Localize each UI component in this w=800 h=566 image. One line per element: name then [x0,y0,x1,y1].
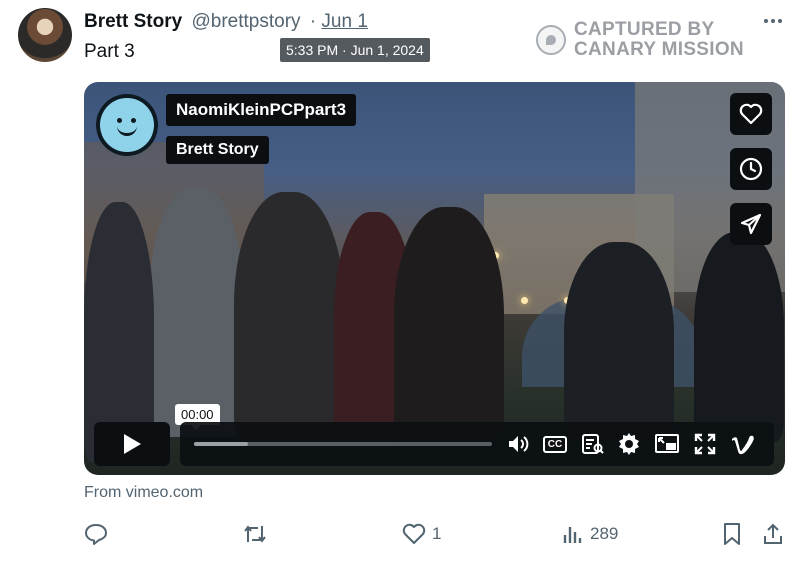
send-icon[interactable] [730,203,772,245]
watermark-line-2: CANARY MISSION [574,39,744,60]
video-title[interactable]: NaomiKleinPCPpart3 [166,94,357,126]
pip-icon[interactable] [654,432,680,456]
bookmark-icon [724,523,740,545]
cc-icon[interactable]: CC [542,432,568,456]
like-count: 1 [432,524,442,543]
cc-label: CC [542,435,568,453]
share-icon [764,523,782,544]
timestamp-tooltip: 5:33 PM · Jun 1, 2024 [280,38,430,62]
like-button[interactable]: 1 [402,520,441,548]
views-icon [563,527,582,543]
views-button[interactable]: 289 [562,520,618,548]
reply-icon [85,524,107,545]
smiley-logo-icon[interactable] [96,94,158,156]
video-player[interactable]: NaomiKleinPCPpart3 Brett Story 00:00 CC [84,82,785,475]
watermark: CAPTURED BY CANARY MISSION [536,20,744,60]
video-byline[interactable]: Brett Story [166,136,269,164]
bookmark-button[interactable] [722,520,742,548]
clock-icon[interactable] [730,148,772,190]
volume-icon[interactable] [506,432,532,456]
repost-icon [244,525,266,543]
avatar[interactable] [18,8,72,62]
watermark-line-1: CAPTURED BY [574,19,715,40]
heart-icon[interactable] [730,93,772,135]
fullscreen-icon[interactable] [692,432,718,456]
share-button[interactable] [762,520,784,548]
repost-button[interactable] [242,520,274,548]
vimeo-icon[interactable] [730,432,756,456]
gear-icon[interactable] [616,432,642,456]
transcript-icon[interactable] [580,432,606,456]
progress-bar[interactable] [194,442,492,446]
control-bar: CC [180,422,774,466]
author-handle[interactable]: @brettpstory [191,11,300,32]
watermark-text: CAPTURED BY CANARY MISSION [574,20,744,60]
author-line: Brett Story @brettpstory · Jun 1 [84,11,368,33]
post-text: Part 3 [84,41,135,62]
progress-fill [194,442,248,446]
views-count: 289 [590,524,619,543]
canary-seal-icon [536,25,566,55]
play-icon[interactable] [94,422,170,466]
like-icon [402,523,426,544]
separator: · [309,11,317,32]
reply-button[interactable] [84,520,114,548]
link-source[interactable]: From vimeo.com [84,484,203,502]
author-name[interactable]: Brett Story [84,11,182,32]
post-date-link[interactable]: Jun 1 [321,11,367,32]
more-icon[interactable] [760,10,786,32]
